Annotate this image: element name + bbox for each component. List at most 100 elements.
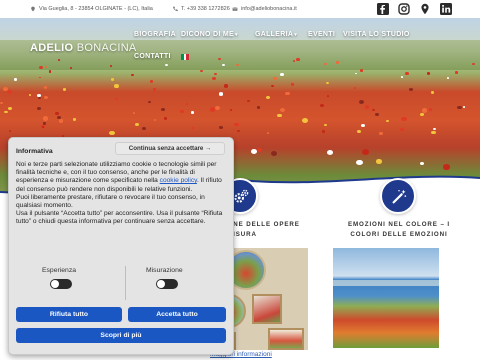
poppy-dot xyxy=(358,99,364,104)
facebook-icon[interactable] xyxy=(377,3,389,15)
poppy-dot xyxy=(229,108,233,111)
poppy-dot xyxy=(353,87,357,90)
poppy-dot xyxy=(447,77,450,80)
poppy-dot xyxy=(148,100,152,103)
poppy-dot xyxy=(224,84,229,88)
poppy-dot xyxy=(357,129,362,133)
poppy-dot xyxy=(271,151,278,157)
poppy-dot xyxy=(256,106,261,109)
poppy-dot xyxy=(165,63,168,66)
poppy-dot xyxy=(327,95,330,98)
toggle-divider xyxy=(125,266,126,300)
poppy-dot xyxy=(7,106,12,110)
poppy-dot xyxy=(420,113,424,117)
nav-eventi[interactable]: EVENTI xyxy=(308,31,335,38)
poppy-dot xyxy=(405,71,409,75)
nav-galleria-label: GALLERIA xyxy=(255,31,294,38)
poppy-dot xyxy=(431,91,435,94)
envelope-icon xyxy=(232,7,238,11)
nav-biografia[interactable]: BIOGRAFIA xyxy=(134,31,176,38)
continue-without-accepting-button[interactable]: Continua senza accettare → xyxy=(115,142,225,155)
poppy-dot xyxy=(37,94,41,97)
poppy-dot xyxy=(279,108,285,113)
poppy-dot xyxy=(214,106,220,111)
seaside-poppies-image xyxy=(333,248,439,348)
poppy-dot xyxy=(43,95,48,100)
location-icon[interactable] xyxy=(419,3,431,15)
poppy-dot xyxy=(355,72,358,75)
nav-eventi-label: EVENTI xyxy=(308,31,336,38)
cookie-text-paragraph2: Puoi liberamente prestare, rifiutare o r… xyxy=(16,193,205,210)
poppy-dot xyxy=(233,122,239,127)
esperienza-toggle[interactable] xyxy=(50,279,72,289)
poppy-dot xyxy=(219,92,224,96)
phone-icon xyxy=(173,6,178,12)
poppy-dot xyxy=(324,123,328,126)
poppy-dot xyxy=(135,122,140,126)
learn-more-button[interactable]: Scopri di più xyxy=(16,328,226,343)
poppy-dot xyxy=(277,113,283,118)
toggle-knob xyxy=(51,280,59,288)
site-logo[interactable]: ADELIO BONACINA xyxy=(30,42,137,54)
poppy-dot xyxy=(152,88,156,91)
poppy-dot xyxy=(290,82,295,86)
accept-all-button[interactable]: Accetta tutto xyxy=(128,307,226,322)
poppy-dot xyxy=(210,107,216,112)
poppy-dot xyxy=(250,148,257,154)
logo-first: ADELIO xyxy=(30,42,77,54)
poppy-dot xyxy=(364,105,369,109)
cookie-dialog-title: Informativa xyxy=(16,148,53,155)
poppy-dot xyxy=(114,84,119,89)
poppy-dot xyxy=(192,126,195,129)
nav-dicono-di-me[interactable]: DICONO DI ME▾ xyxy=(181,31,238,38)
poppy-dot xyxy=(421,108,428,113)
nav-galleria[interactable]: GALLERIA▾ xyxy=(255,31,297,38)
poppy-dot xyxy=(164,117,168,120)
poppy-dot xyxy=(199,69,203,73)
cookie-text-paragraph3: Usa il pulsante “Accetta tutto” per acco… xyxy=(16,210,223,226)
toggle-label-misurazione: Misurazione xyxy=(146,267,183,274)
poppy-dot xyxy=(266,131,270,135)
nav-dicono-di-me-label: DICONO DI ME xyxy=(181,31,234,38)
top-contact-bar: Via Gueglia, 8 - 23854 OLGINATE - (LC), … xyxy=(0,0,480,18)
poppy-dot xyxy=(454,71,458,74)
poppy-dot xyxy=(433,127,436,130)
poppy-dot xyxy=(62,88,67,92)
poppy-dot xyxy=(385,119,389,123)
address-text: Via Gueglia, 8 - 23854 OLGINATE - (LC), … xyxy=(39,6,153,12)
poppy-dot xyxy=(4,110,8,114)
nav-contatti[interactable]: CONTATTI xyxy=(134,53,171,60)
reject-all-button[interactable]: Rifiuta tutto xyxy=(16,307,122,322)
poppy-dot xyxy=(428,108,433,112)
nav-visita-lo-studio[interactable]: VISITA LO STUDIO xyxy=(343,31,410,38)
poppy-dot xyxy=(37,96,41,100)
chevron-down-icon: ▾ xyxy=(235,32,238,38)
poppy-dot xyxy=(48,70,52,73)
email-text[interactable]: info@adeliobonacina.it xyxy=(241,6,297,12)
poppy-dot xyxy=(457,105,462,110)
poppy-dot xyxy=(285,91,290,96)
italian-flag-icon[interactable] xyxy=(181,54,190,60)
poppy-dot xyxy=(160,107,166,112)
phone-info[interactable]: T. +39 338 1272826 xyxy=(172,4,230,14)
phone-text[interactable]: T. +39 338 1272826 xyxy=(181,6,230,12)
poppy-dot xyxy=(355,159,363,166)
poppy-dot xyxy=(371,109,375,112)
linkedin-icon[interactable] xyxy=(440,3,452,15)
poppy-dot xyxy=(326,149,333,155)
poppy-dot xyxy=(302,117,309,123)
instagram-icon[interactable] xyxy=(398,3,410,15)
poppy-dot xyxy=(374,112,380,117)
poppy-dot xyxy=(265,95,271,100)
email-info[interactable]: info@adeliobonacina.it xyxy=(232,4,297,14)
poppy-dot xyxy=(222,63,225,66)
nav-biografia-label: BIOGRAFIA xyxy=(134,31,176,38)
poppy-dot xyxy=(8,129,11,132)
poppy-dot xyxy=(426,71,431,75)
cookie-policy-link[interactable]: cookie policy xyxy=(160,177,197,184)
poppy-dot xyxy=(219,125,224,129)
poppy-dot xyxy=(361,124,365,128)
poppy-dot xyxy=(272,76,277,80)
misurazione-toggle[interactable] xyxy=(156,279,178,289)
poppy-dot xyxy=(38,76,41,79)
